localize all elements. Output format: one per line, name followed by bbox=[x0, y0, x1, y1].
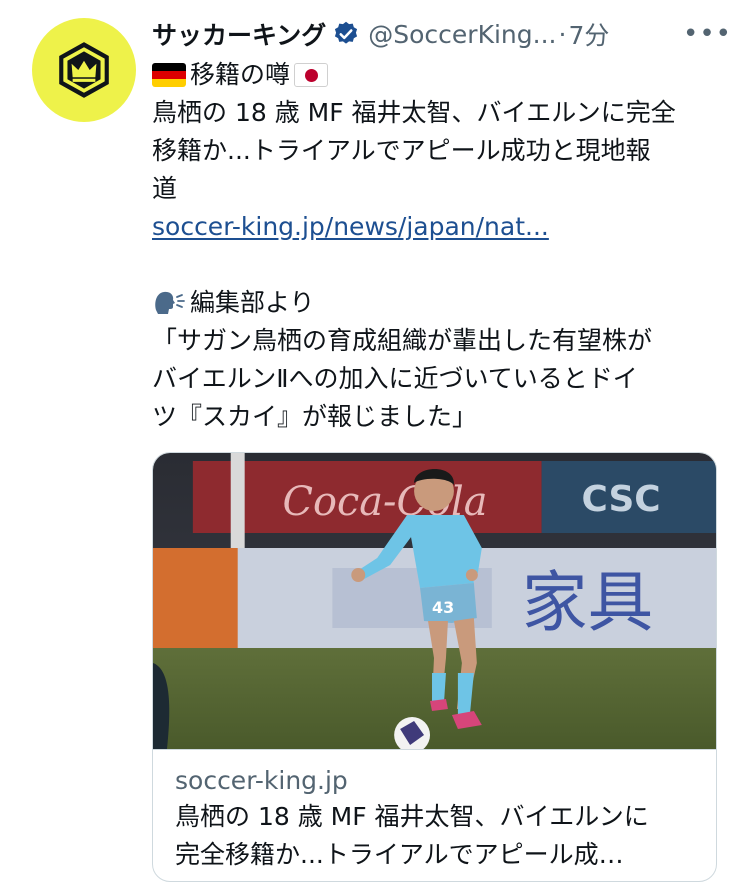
headline-line-3: 道 bbox=[152, 174, 178, 203]
headline-line-2: 移籍か...トライアルでアピール成功と現地報 bbox=[152, 136, 651, 165]
quote-line-3: ツ『スカイ』が報じました」 bbox=[152, 402, 478, 431]
germany-flag-icon bbox=[152, 63, 186, 87]
tag-line: 移籍の噂 bbox=[152, 56, 724, 94]
board-text-3: 家具 bbox=[522, 564, 654, 641]
author-avatar[interactable] bbox=[32, 18, 136, 122]
author-display-name[interactable]: サッカーキング bbox=[152, 16, 326, 52]
tweet-text: 移籍の噂 鳥栖の 18 歳 MF 福井太智、バイエルンに完全 移籍か...トライ… bbox=[152, 56, 724, 436]
card-image[interactable]: Coca-Cola CSC 家具 43 bbox=[153, 453, 716, 749]
jersey-number: 43 bbox=[432, 598, 454, 617]
verified-badge-icon bbox=[335, 21, 358, 44]
card-title-line-2: 完全移籍か...トライアルでアピール成… bbox=[175, 840, 624, 869]
more-options-icon[interactable]: ••• bbox=[683, 19, 732, 49]
tweet-header: サッカーキング @SoccerKing... · 7分 ••• bbox=[152, 14, 732, 54]
crown-hexagon-icon bbox=[59, 42, 109, 98]
tweet-timestamp[interactable]: 7分 bbox=[568, 16, 609, 52]
card-domain: soccer-king.jp bbox=[175, 766, 348, 795]
separator-dot: · bbox=[558, 19, 567, 49]
author-handle[interactable]: @SoccerKing... bbox=[368, 20, 556, 49]
soccer-player-photo: Coca-Cola CSC 家具 43 bbox=[153, 453, 716, 749]
card-title-line-1: 鳥栖の 18 歳 MF 福井太智、バイエルンに bbox=[175, 802, 649, 831]
article-link[interactable]: soccer-king.jp/news/japan/nat... bbox=[152, 212, 549, 241]
quote-line-2: バイエルンⅡへの加入に近づいているとドイ bbox=[152, 364, 638, 393]
tag-text: 移籍の噂 bbox=[190, 60, 291, 89]
editor-line: 編集部より bbox=[152, 284, 724, 322]
card-meta: soccer-king.jp 鳥栖の 18 歳 MF 福井太智、バイエルンに 完… bbox=[153, 749, 716, 881]
link-preview-card[interactable]: Coca-Cola CSC 家具 43 soccer-king.jp 鳥栖の 1… bbox=[152, 452, 717, 882]
editor-label: 編集部より bbox=[190, 288, 315, 317]
japan-flag-icon bbox=[294, 63, 329, 87]
quote-line-1: 「サガン鳥栖の育成組織が輩出した有望株が bbox=[152, 326, 653, 355]
speaking-head-icon bbox=[155, 291, 185, 314]
headline-line-1: 鳥栖の 18 歳 MF 福井太智、バイエルンに完全 bbox=[152, 98, 676, 127]
board-text-2: CSC bbox=[581, 479, 660, 520]
